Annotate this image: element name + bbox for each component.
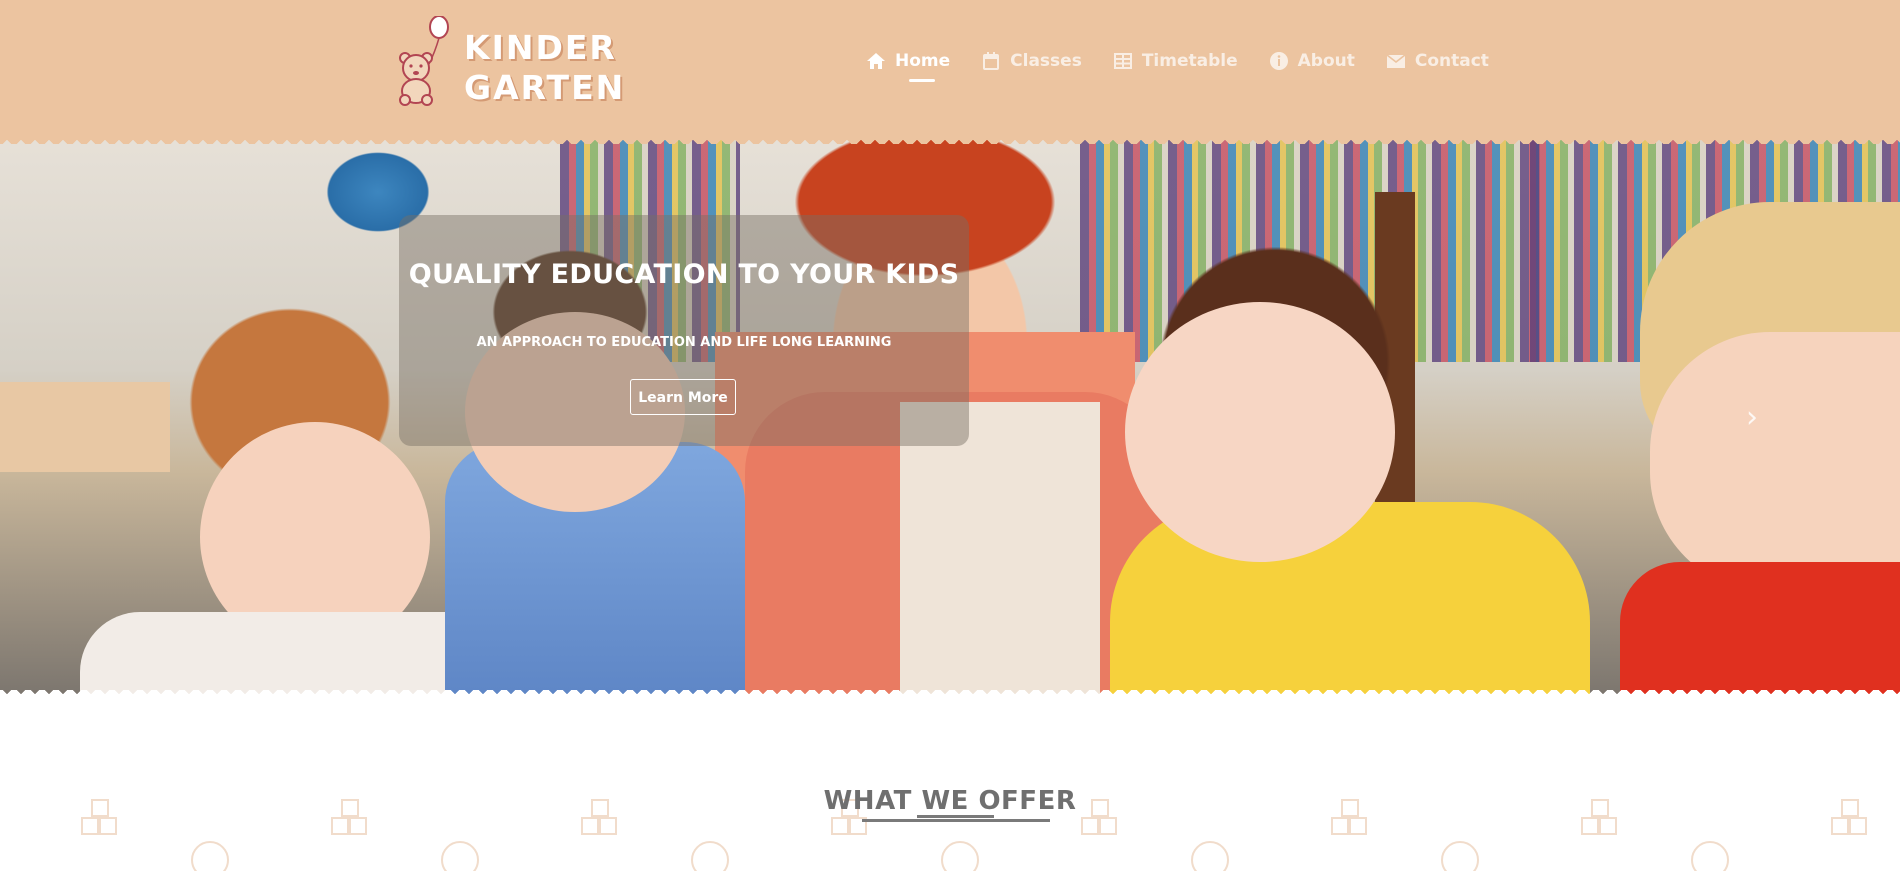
nav-label: Timetable <box>1141 51 1238 71</box>
brand-line-1: KINDER <box>464 28 617 67</box>
girl-right-face-image <box>1125 302 1395 562</box>
boy-right-shirt-image <box>1620 562 1900 698</box>
teddy-bear-balloon-icon <box>399 16 449 106</box>
nav-label: About <box>1297 51 1355 71</box>
logo[interactable]: KINDER GARTEN <box>395 16 623 107</box>
teacher-top-image <box>900 402 1100 698</box>
nav-label: Contact <box>1414 51 1489 71</box>
site-header: KINDER GARTEN Home Classes Timetable Abo… <box>0 0 1900 132</box>
hero-subheadline: AN APPROACH TO EDUCATION AND LIFE LONG L… <box>476 335 892 350</box>
envelope-icon <box>1386 54 1406 68</box>
section-title: WHAT WE OFFER <box>823 786 1077 816</box>
header-zigzag-edge <box>0 132 1900 144</box>
nav-item-home[interactable]: Home <box>866 46 951 82</box>
title-underline <box>862 819 1050 822</box>
nav-label: Home <box>895 51 951 71</box>
learn-more-button[interactable]: Learn More <box>630 379 736 415</box>
ball-icon <box>191 841 229 871</box>
hero-headline: QUALITY EDUCATION TO YOUR KIDS <box>408 259 960 290</box>
nav-item-about[interactable]: About <box>1269 46 1355 76</box>
ball-icon <box>1441 841 1479 871</box>
ball-icon <box>691 841 729 871</box>
nav-item-classes[interactable]: Classes <box>981 46 1082 76</box>
what-we-offer-section: WHAT WE OFFER <box>0 702 1900 871</box>
nav-label: Classes <box>1010 51 1082 71</box>
ball-icon <box>1191 841 1229 871</box>
ball-icon <box>941 841 979 871</box>
chevron-right-icon[interactable]: › <box>1746 403 1768 433</box>
home-icon <box>867 53 885 69</box>
nav-item-contact[interactable]: Contact <box>1386 46 1489 76</box>
hero-zigzag-edge <box>0 690 1900 702</box>
title-underline-accent <box>917 815 994 818</box>
ball-icon <box>1691 841 1729 871</box>
brand-line-2: GARTEN <box>464 68 626 107</box>
boy-right-face-image <box>1650 332 1900 592</box>
calendar-icon <box>983 52 1000 70</box>
hero-caption: QUALITY EDUCATION TO YOUR KIDS AN APPROA… <box>399 215 969 446</box>
main-nav: Home Classes Timetable About Contact <box>866 46 1489 82</box>
brand-wordmark: KINDER GARTEN <box>464 28 625 108</box>
table-icon <box>1113 53 1132 69</box>
nav-item-timetable[interactable]: Timetable <box>1113 46 1238 76</box>
ball-icon <box>441 841 479 871</box>
info-icon <box>1269 52 1288 70</box>
